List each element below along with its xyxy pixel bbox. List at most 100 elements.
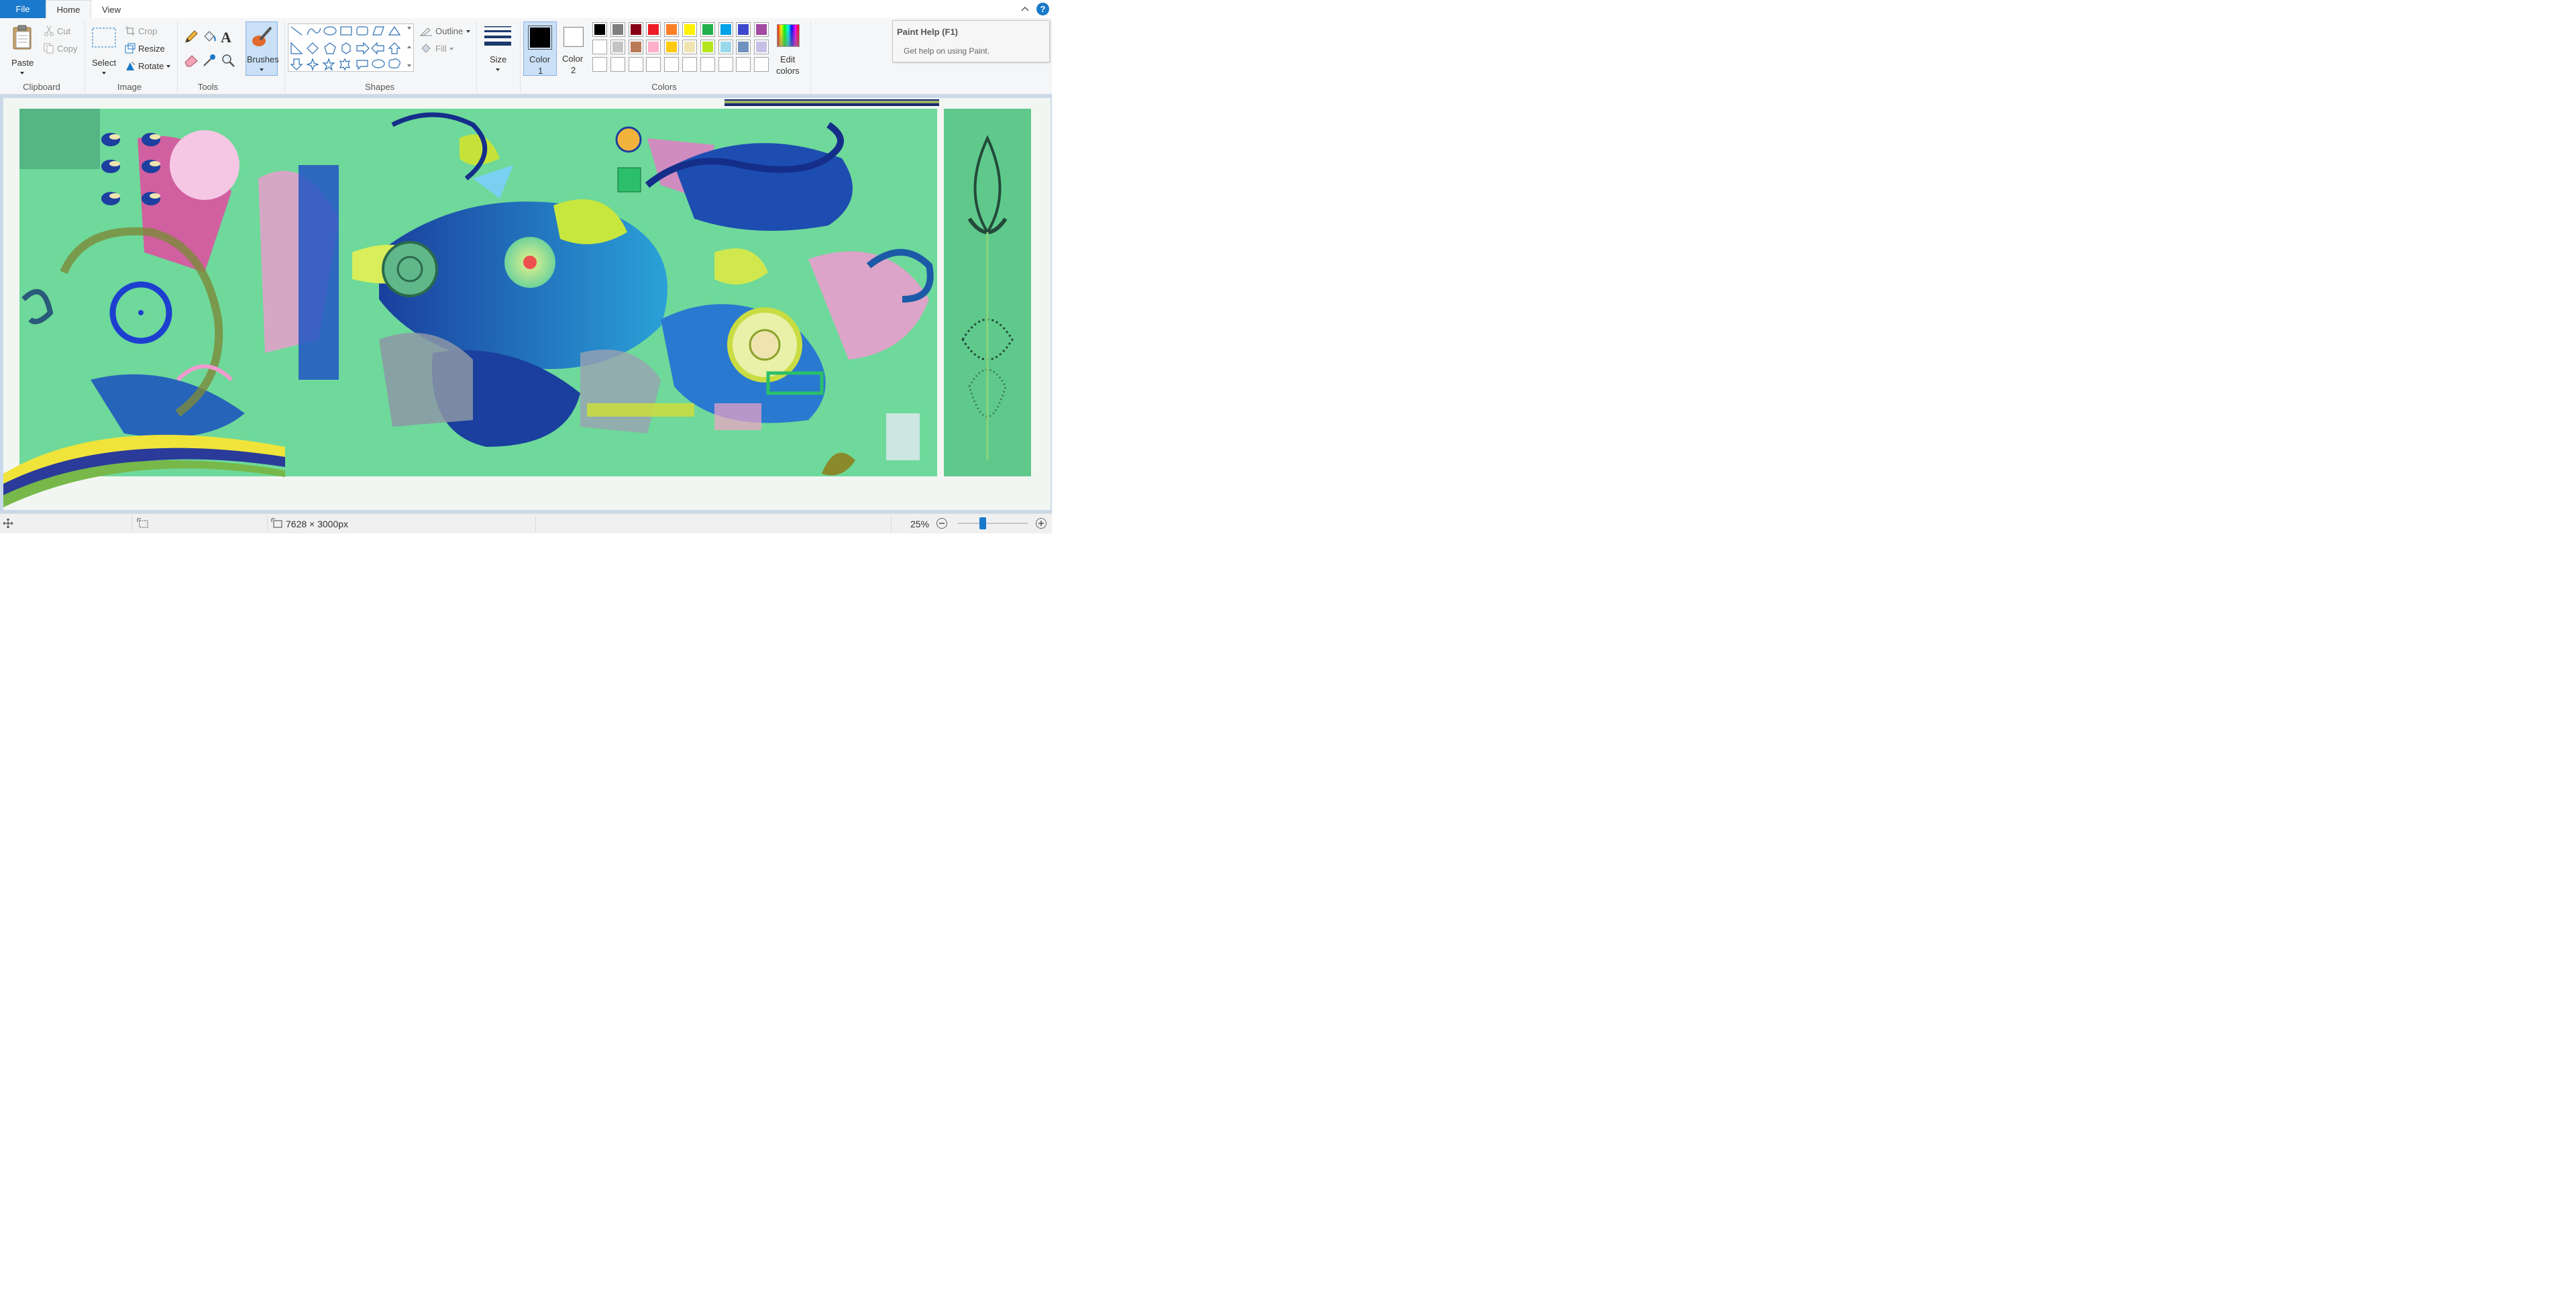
copy-label: Copy bbox=[57, 44, 78, 54]
drawing-canvas[interactable] bbox=[3, 98, 1051, 510]
palette-swatch[interactable] bbox=[628, 22, 643, 37]
zoom-out-icon[interactable] bbox=[936, 517, 948, 529]
crop-button[interactable]: Crop bbox=[123, 25, 170, 38]
select-dropdown-icon[interactable] bbox=[102, 72, 106, 74]
color1-swatch bbox=[528, 25, 552, 50]
palette-swatch[interactable] bbox=[736, 57, 751, 72]
palette-swatch[interactable] bbox=[700, 22, 715, 37]
color2-number: 2 bbox=[571, 65, 576, 75]
fill-button[interactable]: Fill bbox=[420, 42, 460, 56]
palette-swatch[interactable] bbox=[700, 57, 715, 72]
image-size-icon bbox=[271, 518, 282, 528]
copy-button[interactable]: Copy bbox=[42, 42, 83, 56]
palette-swatch[interactable] bbox=[754, 57, 769, 72]
rotate-dropdown-icon[interactable] bbox=[166, 65, 170, 68]
palette-swatch[interactable] bbox=[664, 22, 680, 37]
palette-swatch[interactable] bbox=[718, 22, 733, 37]
size-label: Size bbox=[490, 54, 507, 64]
edit-colors-button[interactable]: Edit colors bbox=[771, 22, 805, 79]
palette-swatch[interactable] bbox=[700, 40, 715, 54]
palette-swatch[interactable] bbox=[592, 40, 607, 54]
tab-file[interactable]: File bbox=[0, 0, 46, 18]
zoom-slider[interactable] bbox=[955, 517, 1030, 529]
palette-swatch[interactable] bbox=[718, 40, 733, 54]
image-group-label: Image bbox=[117, 82, 142, 92]
fill-dropdown-icon[interactable] bbox=[449, 48, 453, 50]
text-tool-icon[interactable]: A bbox=[221, 29, 231, 46]
palette-swatch[interactable] bbox=[592, 57, 607, 72]
size-dropdown-icon[interactable] bbox=[496, 68, 500, 71]
shapes-gallery[interactable] bbox=[288, 23, 414, 72]
status-divider bbox=[131, 515, 132, 531]
outline-label: Outline bbox=[435, 26, 464, 36]
brushes-label: Brushes bbox=[247, 54, 279, 64]
resize-button[interactable]: Resize bbox=[123, 42, 170, 56]
palette-swatch[interactable] bbox=[610, 22, 625, 37]
palette-swatch[interactable] bbox=[592, 22, 607, 37]
palette-swatch[interactable] bbox=[646, 57, 661, 72]
outline-dropdown-icon[interactable] bbox=[466, 30, 470, 33]
tooltip-description: Get help on using Paint. bbox=[904, 46, 990, 56]
fill-icon bbox=[421, 44, 431, 53]
help-icon[interactable]: ? bbox=[1036, 3, 1049, 15]
brushes-button[interactable]: Brushes bbox=[246, 21, 279, 76]
paste-icon bbox=[13, 25, 32, 50]
clipboard-group-label: Clipboard bbox=[23, 82, 60, 92]
zoom-slider-thumb[interactable] bbox=[979, 517, 987, 529]
shapes-gallery-icon bbox=[290, 25, 411, 71]
canvas-artwork bbox=[3, 98, 1051, 510]
edit-colors-label-line2: colors bbox=[776, 66, 800, 76]
select-icon bbox=[92, 28, 116, 48]
ribbon-tab-bar: File Home View ? bbox=[0, 0, 1052, 19]
rainbow-palette-icon bbox=[777, 24, 800, 47]
zoom-slider-track bbox=[958, 523, 1028, 524]
palette-swatch[interactable] bbox=[646, 22, 661, 37]
cut-button[interactable]: Cut bbox=[42, 25, 83, 38]
palette-swatch[interactable] bbox=[646, 40, 661, 54]
rotate-button[interactable]: Rotate bbox=[123, 60, 173, 73]
brushes-dropdown-icon[interactable] bbox=[260, 68, 264, 71]
palette-swatch[interactable] bbox=[664, 57, 680, 72]
palette-swatch[interactable] bbox=[610, 40, 625, 54]
palette-swatch[interactable] bbox=[736, 22, 751, 37]
zoom-level: 25% bbox=[910, 519, 930, 529]
paste-button[interactable]: Paste bbox=[7, 22, 38, 77]
color1-label: Color bbox=[529, 54, 551, 64]
status-bar: 7628 × 3000px 25% bbox=[0, 513, 1052, 533]
tab-view[interactable]: View bbox=[94, 0, 129, 19]
palette-swatch[interactable] bbox=[754, 40, 769, 54]
collapse-ribbon-icon[interactable] bbox=[1020, 3, 1030, 14]
eraser-icon[interactable] bbox=[184, 53, 199, 68]
resize-label: Resize bbox=[138, 44, 165, 54]
palette-swatch[interactable] bbox=[718, 57, 733, 72]
paste-dropdown-icon[interactable] bbox=[20, 72, 24, 74]
separator bbox=[520, 21, 521, 93]
colors-group-label: Colors bbox=[651, 82, 677, 92]
outline-button[interactable]: Outline bbox=[420, 25, 474, 38]
palette-swatch[interactable] bbox=[610, 57, 625, 72]
tab-home[interactable]: Home bbox=[46, 0, 91, 19]
separator bbox=[476, 21, 477, 93]
palette-swatch[interactable] bbox=[664, 40, 680, 54]
outline-icon bbox=[420, 28, 432, 36]
palette-swatch[interactable] bbox=[682, 22, 697, 37]
palette-swatch[interactable] bbox=[628, 57, 643, 72]
crop-label: Crop bbox=[138, 26, 158, 36]
magnifier-icon[interactable] bbox=[221, 53, 235, 68]
palette-swatch[interactable] bbox=[682, 57, 697, 72]
fill-label: Fill bbox=[435, 44, 447, 54]
fill-bucket-icon[interactable] bbox=[202, 30, 217, 44]
shapes-group-label: Shapes bbox=[364, 82, 395, 92]
select-button[interactable]: Select bbox=[89, 22, 119, 77]
size-button[interactable]: Size bbox=[482, 22, 514, 77]
zoom-in-icon[interactable] bbox=[1035, 517, 1047, 529]
separator bbox=[810, 21, 811, 93]
color1-button[interactable]: Color 1 bbox=[523, 21, 557, 76]
palette-swatch[interactable] bbox=[754, 22, 769, 37]
pencil-icon[interactable] bbox=[184, 30, 199, 44]
palette-swatch[interactable] bbox=[682, 40, 697, 54]
color2-button[interactable]: Color 2 bbox=[558, 21, 589, 76]
palette-swatch[interactable] bbox=[736, 40, 751, 54]
color-picker-icon[interactable] bbox=[202, 53, 217, 68]
palette-swatch[interactable] bbox=[628, 40, 643, 54]
